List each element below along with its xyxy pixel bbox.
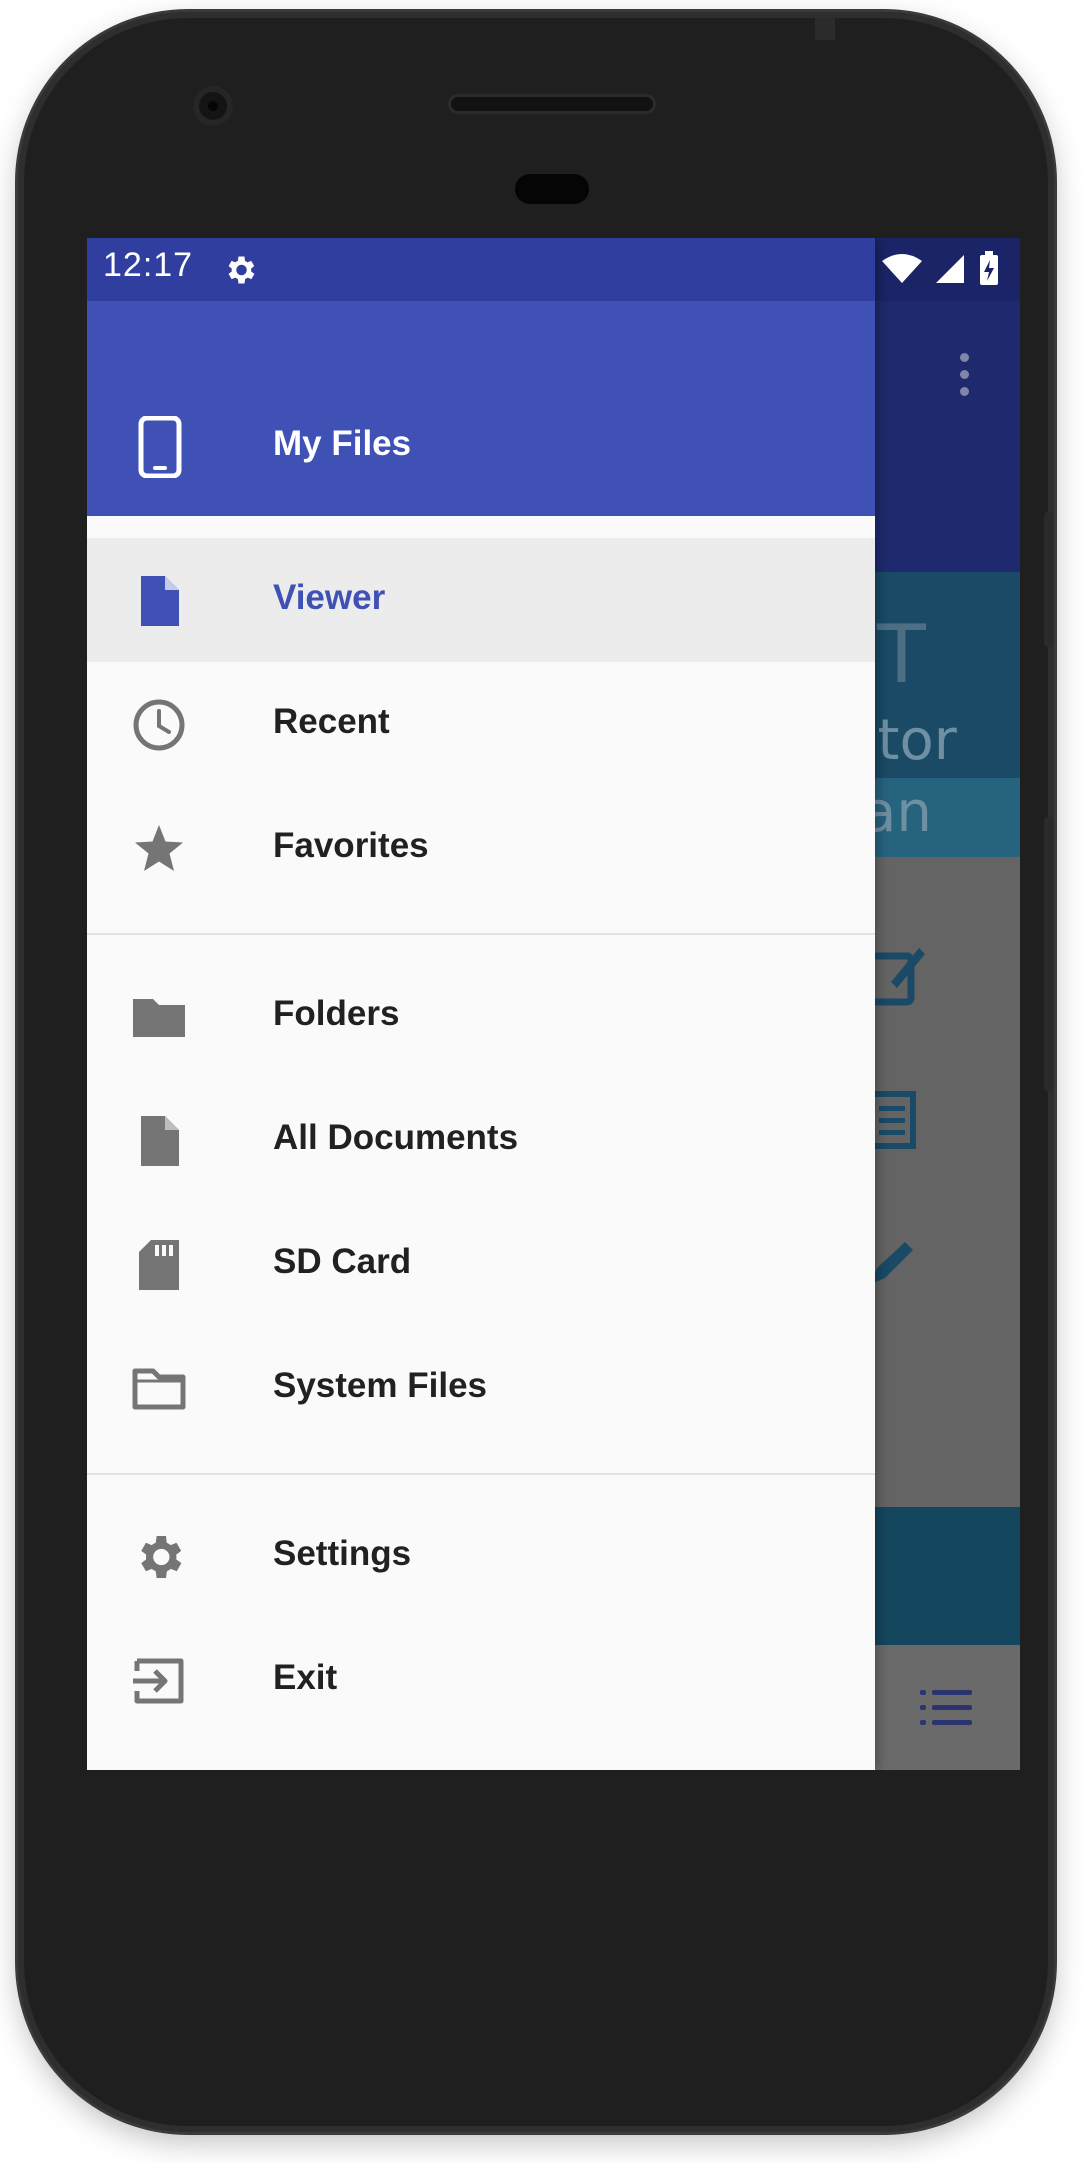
menu-item-settings[interactable]: Settings (87, 1494, 875, 1618)
menu-item-favorites[interactable]: Favorites (87, 786, 875, 910)
background-banner-letter: T (877, 608, 926, 701)
list-menu-icon[interactable] (920, 1688, 972, 1728)
menu-item-label: SD Card (273, 1242, 412, 1281)
menu-item-system-files[interactable]: System Files (87, 1326, 875, 1450)
document-icon (141, 576, 179, 626)
status-bar: 12:17 (87, 238, 875, 301)
status-icons (882, 248, 1000, 290)
wifi-icon (882, 254, 922, 283)
gear-icon (141, 1536, 182, 1578)
menu-item-exit[interactable]: Exit (87, 1618, 875, 1742)
menu-divider (87, 933, 875, 935)
sd-card-icon (139, 1240, 179, 1290)
star-icon (135, 825, 183, 871)
drawer-title: My Files (273, 424, 412, 463)
drawer-header[interactable]: My Files (87, 301, 875, 516)
menu-item-label: Favorites (273, 826, 429, 865)
overflow-menu-icon[interactable] (960, 353, 970, 397)
menu-item-label: All Documents (273, 1118, 519, 1157)
menu-item-viewer[interactable]: Viewer (87, 538, 875, 662)
signal-icon (936, 255, 964, 283)
battery-charging-icon (980, 251, 998, 285)
exit-icon (133, 1658, 184, 1704)
menu-item-label: Viewer (273, 578, 386, 617)
folder-icon (133, 999, 185, 1037)
menu-item-label: Settings (273, 1534, 412, 1573)
phone-top-button (815, 18, 835, 40)
menu-item-label: System Files (273, 1366, 487, 1405)
screen: T itor an 12:17 My Files Viewer Recent F… (87, 238, 1020, 1770)
phone-frame: T itor an 12:17 My Files Viewer Recent F… (18, 12, 1054, 2132)
menu-item-folders[interactable]: Folders (87, 954, 875, 1078)
menu-divider (87, 1473, 875, 1475)
volume-button (1044, 817, 1054, 1092)
background-banner-text: itor (862, 708, 957, 773)
menu-item-label: Recent (273, 702, 390, 741)
status-settings-icon (228, 256, 255, 284)
smartphone-icon (138, 416, 182, 478)
front-camera (193, 86, 233, 126)
clock-icon (133, 699, 185, 751)
menu-item-label: Exit (273, 1658, 338, 1697)
menu-item-label: Folders (273, 994, 400, 1033)
earpiece-speaker (448, 94, 656, 114)
menu-item-all-documents[interactable]: All Documents (87, 1078, 875, 1202)
proximity-sensor (515, 174, 589, 204)
page: T itor an 12:17 My Files Viewer Recent F… (0, 0, 1085, 2163)
edit-icon[interactable] (867, 938, 927, 1008)
menu-item-recent[interactable]: Recent (87, 662, 875, 786)
folder-outline-icon (132, 1368, 186, 1410)
menu-item-sd-card[interactable]: SD Card (87, 1202, 875, 1326)
power-button (1044, 512, 1054, 647)
status-time: 12:17 (103, 246, 194, 284)
navigation-drawer: 12:17 My Files Viewer Recent Favorites F… (87, 238, 875, 1770)
file-icon (141, 1116, 179, 1166)
